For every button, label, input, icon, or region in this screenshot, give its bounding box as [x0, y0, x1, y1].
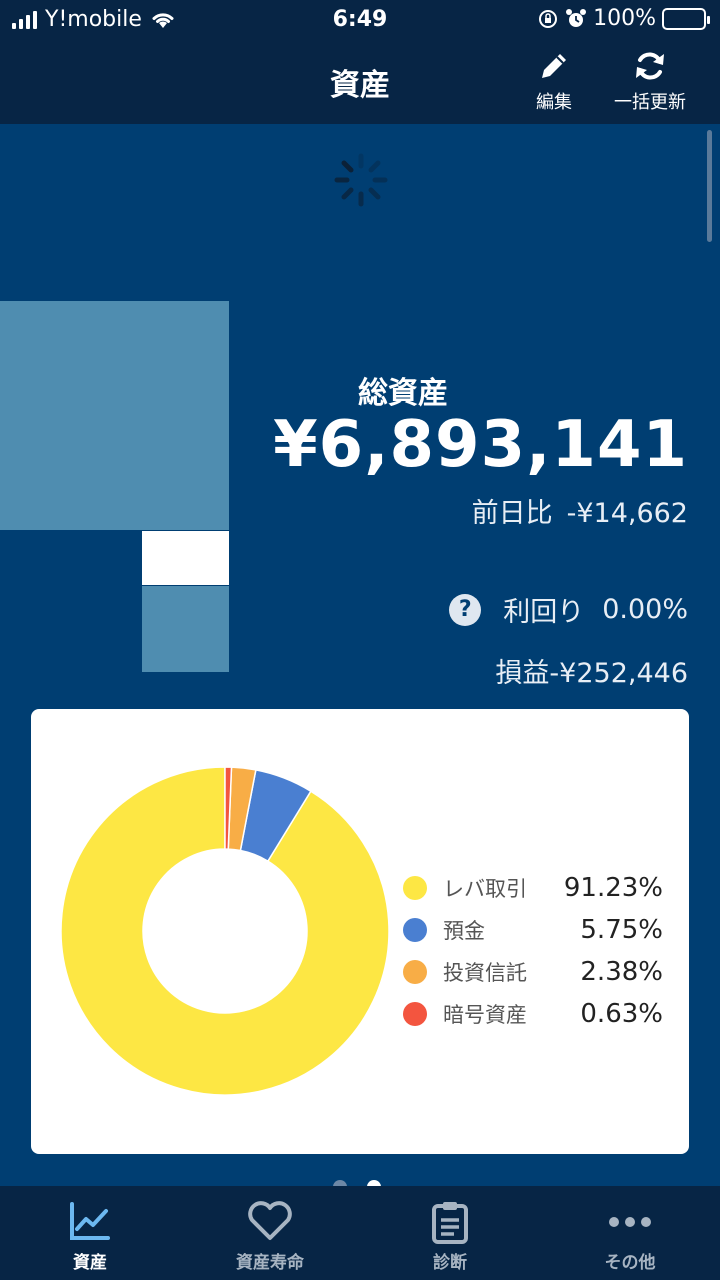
tab-diagnosis[interactable]: 診断: [360, 1186, 540, 1280]
treemap-block-small: [142, 586, 229, 672]
status-bar: Y!mobile 6:49 100%: [0, 0, 720, 40]
nav-header: 資産 編集 一括更新: [0, 40, 720, 124]
legend-percentage: 0.63%: [580, 999, 663, 1029]
legend-label: 投資信託: [443, 961, 527, 985]
heart-icon: [180, 1186, 360, 1246]
alarm-icon: [566, 8, 587, 27]
battery-percent: 100%: [593, 6, 656, 31]
status-right: 100%: [537, 6, 710, 31]
total-assets-label: 総資産: [358, 376, 448, 411]
legend-label: 暗号資産: [443, 1003, 527, 1027]
legend-item: 預金 5.75%: [403, 909, 663, 951]
legend-label: レバ取引: [443, 877, 527, 901]
tab-asset-lifespan-label: 資産寿命: [236, 1253, 304, 1273]
tab-assets-label: 資産: [73, 1253, 107, 1273]
profit-loss-label: 損益: [495, 658, 550, 689]
chart-legend: レバ取引 91.23% 預金 5.75% 投資信託 2.38% 暗号資産 0.63%: [403, 867, 663, 1035]
legend-percentage: 2.38%: [580, 957, 663, 987]
day-change-label: 前日比: [471, 498, 553, 529]
edit-button[interactable]: 編集: [524, 44, 584, 114]
clipboard-icon: [360, 1186, 540, 1246]
sync-icon: [606, 44, 694, 88]
legend-item: 暗号資産 0.63%: [403, 993, 663, 1035]
legend-percentage: 5.75%: [580, 915, 663, 945]
pencil-icon: [524, 44, 584, 88]
tab-bar: 資産 資産寿命 診断 その他: [0, 1186, 720, 1280]
legend-color-dot: [403, 918, 427, 942]
total-assets-value: ¥6,893,141: [273, 408, 688, 482]
tab-more-label: その他: [604, 1253, 656, 1273]
treemap-block-large: [0, 301, 229, 530]
treemap-block-highlight: [142, 531, 229, 585]
orientation-lock-icon: [539, 9, 558, 28]
legend-color-dot: [403, 960, 427, 984]
day-change-value: -¥14,662: [566, 498, 688, 529]
legend-item: レバ取引 91.23%: [403, 867, 663, 909]
loading-spinner-icon: [334, 153, 388, 207]
yield-row: ? 利回り 0.00%: [449, 590, 688, 629]
legend-item: 投資信託 2.38%: [403, 951, 663, 993]
scrollbar[interactable]: [707, 130, 712, 242]
legend-percentage: 91.23%: [563, 873, 663, 903]
legend-color-dot: [403, 876, 427, 900]
edit-label: 編集: [536, 92, 572, 113]
battery-icon: [662, 7, 710, 30]
yield-label: 利回り: [503, 597, 585, 628]
tab-assets[interactable]: 資産: [0, 1186, 180, 1280]
legend-label: 預金: [443, 919, 485, 943]
tab-more[interactable]: その他: [540, 1186, 720, 1280]
profit-loss-value: -¥252,446: [549, 658, 688, 689]
refresh-all-label: 一括更新: [614, 92, 686, 113]
day-change: 前日比 -¥14,662: [472, 491, 688, 530]
allocation-chart-card[interactable]: レバ取引 91.23% 預金 5.75% 投資信託 2.38% 暗号資産 0.63%: [31, 709, 689, 1154]
help-question-icon[interactable]: ?: [449, 593, 482, 626]
yield-value: 0.00%: [602, 594, 688, 625]
allocation-donut-chart: [61, 767, 389, 1095]
chart-line-icon: [0, 1186, 180, 1246]
tab-diagnosis-label: 診断: [433, 1253, 467, 1273]
more-dots-icon: [540, 1186, 720, 1246]
profit-loss: 損益-¥252,446: [495, 651, 688, 690]
refresh-all-button[interactable]: 一括更新: [606, 44, 694, 114]
legend-color-dot: [403, 1002, 427, 1026]
tab-asset-lifespan[interactable]: 資産寿命: [180, 1186, 360, 1280]
